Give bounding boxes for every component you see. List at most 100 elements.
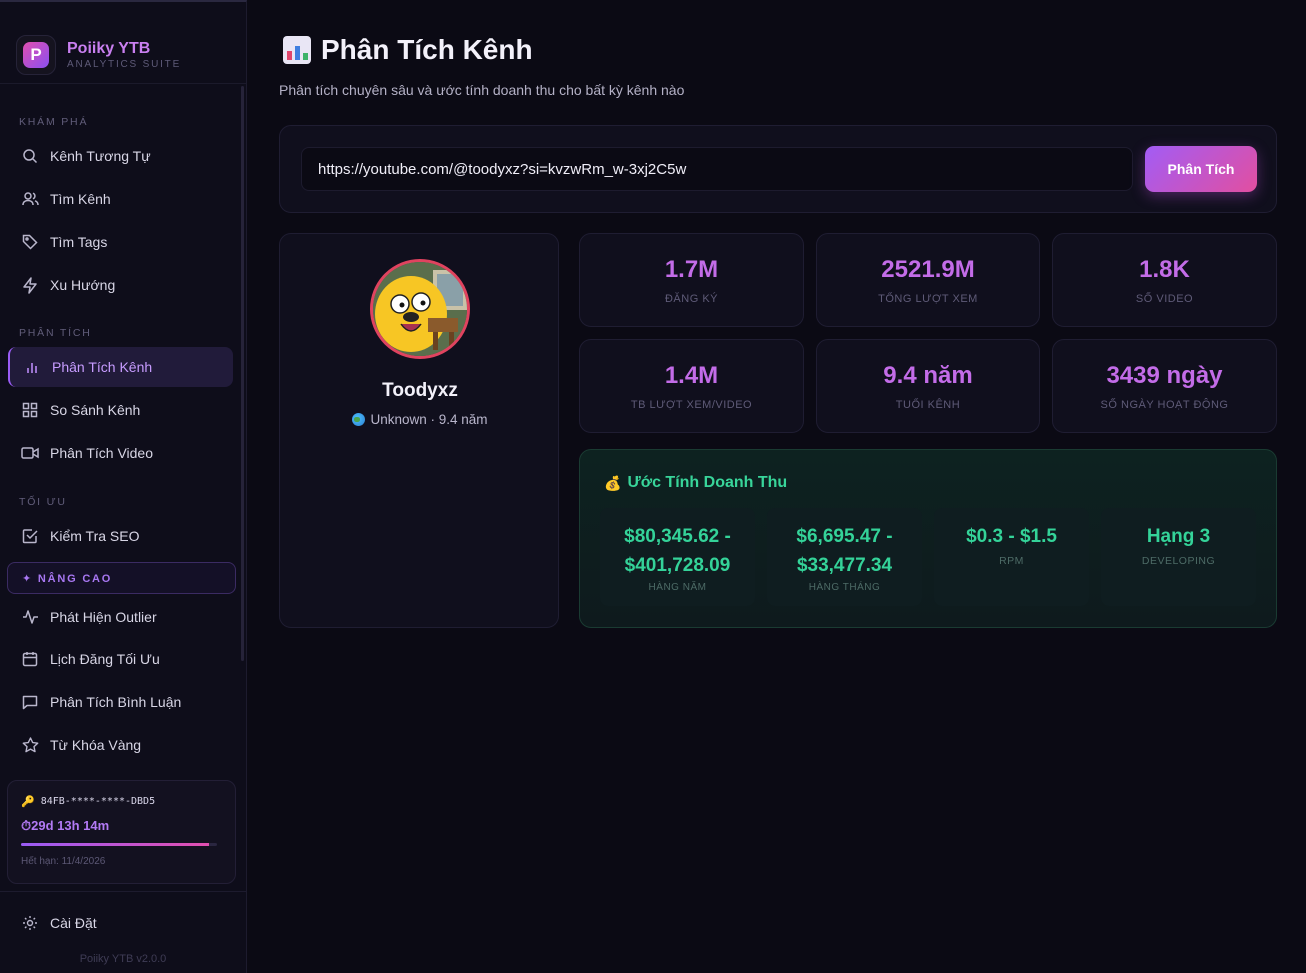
revenue-rpm: $0.3 - $1.5 RPM xyxy=(934,508,1089,606)
comment-icon xyxy=(21,693,39,711)
sidebar-item-find-tags[interactable]: Tìm Tags xyxy=(8,222,233,262)
license-progress-fill xyxy=(21,843,210,846)
sidebar-item-video-analysis[interactable]: Phân Tích Video xyxy=(8,433,233,473)
stat-card-video-count: 1.8K SỐ VIDEO xyxy=(1052,233,1277,327)
sidebar-item-label: Từ Khóa Vàng xyxy=(50,737,142,753)
sidebar-scrollbar[interactable] xyxy=(241,86,244,661)
section-title-analysis: PHÂN TÍCH xyxy=(19,327,92,339)
revenue-tier: Hạng 3 DEVELOPING xyxy=(1101,508,1256,606)
sidebar-item-label: So Sánh Kênh xyxy=(50,402,141,418)
sidebar-item-label: Lịch Đăng Tối Ưu xyxy=(50,651,160,667)
stat-card-active-days: 3439 ngày SỐ NGÀY HOẠT ĐỘNG xyxy=(1052,339,1277,433)
sidebar: P Poiiky YTB ANALYTICS SUITE KHÁM PHÁ Kê… xyxy=(0,0,247,973)
stat-label: ĐĂNG KÝ xyxy=(664,293,718,305)
revenue-tier-value: Hạng 3 xyxy=(1146,526,1211,547)
sidebar-item-channel-analysis[interactable]: Phân Tích Kênh xyxy=(8,347,233,387)
sidebar-item-golden-keywords[interactable]: Từ Khóa Vàng xyxy=(8,725,233,765)
revenue-yearly: $80,345.62 - $401,728.09 HÀNG NĂM xyxy=(600,508,755,606)
sidebar-item-seo-check[interactable]: Kiểm Tra SEO xyxy=(8,516,233,556)
revenue-yearly-min: $80,345.62 - xyxy=(624,526,731,547)
revenue-rpm-value: $0.3 - $1.5 xyxy=(966,526,1057,547)
stat-value: 3439 ngày xyxy=(1106,362,1223,389)
page-title-text: Phân Tích Kênh xyxy=(321,34,533,65)
section-title-explore: KHÁM PHÁ xyxy=(19,116,89,128)
main-content: Phân Tích Kênh Phân tích chuyên sâu và ư… xyxy=(247,0,1306,973)
sidebar-item-label: Phân Tích Video xyxy=(50,445,154,461)
revenue-monthly-min: $6,695.47 - xyxy=(796,526,893,547)
sidebar-item-label: Kênh Tương Tự xyxy=(50,148,151,164)
revenue-monthly: $6,695.47 - $33,477.34 HÀNG THÁNG xyxy=(767,508,922,606)
globe-icon xyxy=(352,413,366,426)
bar-chart-emoji-icon xyxy=(283,36,311,64)
star-icon xyxy=(21,736,39,754)
revenue-estimate-card: 💰 Ước Tính Doanh Thu $80,345.62 - $401,7… xyxy=(579,449,1277,628)
section-badge-advanced: ✦ NÂNG CAO xyxy=(7,562,236,594)
sidebar-item-comment-analysis[interactable]: Phân Tích Bình Luận xyxy=(8,682,233,722)
sidebar-item-trends[interactable]: Xu Hướng xyxy=(8,265,233,305)
revenue-rpm-label: RPM xyxy=(999,555,1024,567)
stat-card-subscribers: 1.7M ĐĂNG KÝ xyxy=(579,233,804,327)
stat-label: TUỔI KÊNH xyxy=(895,399,961,411)
sidebar-item-label: Xu Hướng xyxy=(50,277,116,293)
stat-card-avg-views: 1.4M TB LƯỢT XEM/VIDEO xyxy=(579,339,804,433)
stat-label: TB LƯỢT XEM/VIDEO xyxy=(630,399,753,411)
checkbox-icon xyxy=(21,527,39,545)
section-title-optimize: TỐI ƯU xyxy=(19,496,67,508)
revenue-monthly-label: HÀNG THÁNG xyxy=(808,582,881,593)
sidebar-item-label: Tìm Tags xyxy=(50,234,108,250)
stat-label: TỔNG LƯỢT XEM xyxy=(878,293,978,305)
license-expiry: Hết hạn: 11/4/2026 xyxy=(21,856,106,867)
channel-profile-card: Toodyxz Unknown · 9.4 năm xyxy=(279,233,559,628)
settings-label: Cài Đặt xyxy=(50,915,97,931)
revenue-title-text: Ước Tính Doanh Thu xyxy=(627,474,788,491)
page-title: Phân Tích Kênh xyxy=(283,34,533,66)
sidebar-item-compare-channels[interactable]: So Sánh Kênh xyxy=(8,390,233,430)
brand-subtitle: ANALYTICS SUITE xyxy=(67,58,182,70)
gear-icon xyxy=(21,914,39,932)
revenue-yearly-value: $80,345.62 - $401,728.09 xyxy=(600,522,755,580)
stat-card-channel-age: 9.4 năm TUỔI KÊNH xyxy=(816,339,1040,433)
revenue-tier-label: DEVELOPING xyxy=(1141,555,1216,567)
channel-url-input[interactable]: https://youtube.com/@toodyxz?si=kvzwRm_w… xyxy=(301,147,1133,191)
lightning-icon xyxy=(21,276,39,294)
stat-value: 2521.9M xyxy=(881,256,975,283)
stat-value: 9.4 năm xyxy=(883,362,973,389)
brand-name: Poiiky YTB xyxy=(67,39,151,57)
tag-icon xyxy=(21,233,39,251)
channel-meta: Unknown · 9.4 năm xyxy=(280,412,560,427)
search-icon xyxy=(21,147,39,165)
license-card: 🔑 84FB-****-****-DBD5 ⏱29d 13h 14m Hết h… xyxy=(7,780,236,884)
revenue-yearly-max: $401,728.09 xyxy=(624,555,731,576)
stat-label: SỐ NGÀY HOẠT ĐỘNG xyxy=(1100,399,1229,411)
sidebar-item-label: Phát Hiện Outlier xyxy=(50,609,157,625)
sidebar-item-similar-channels[interactable]: Kênh Tương Tự xyxy=(8,136,233,176)
license-key-value: 84FB-****-****-DBD5 xyxy=(40,796,156,807)
app-version: Poiiky YTB v2.0.0 xyxy=(79,953,167,965)
key-icon: 🔑 xyxy=(21,795,35,808)
license-progress-bar xyxy=(21,843,217,846)
sidebar-item-find-channel[interactable]: Tìm Kênh xyxy=(8,179,233,219)
sidebar-item-label: Kiểm Tra SEO xyxy=(50,528,140,544)
brand[interactable]: P Poiiky YTB ANALYTICS SUITE xyxy=(0,2,246,84)
channel-name: Toodyxz xyxy=(382,380,458,401)
analyze-button[interactable]: Phân Tích xyxy=(1145,146,1257,192)
sidebar-item-outlier-detection[interactable]: Phát Hiện Outlier xyxy=(8,597,233,637)
sidebar-item-settings[interactable]: Cài Đặt xyxy=(8,903,233,943)
revenue-yearly-label: HÀNG NĂM xyxy=(648,582,707,593)
channel-meta-text: Unknown · 9.4 năm xyxy=(370,412,488,427)
sidebar-divider xyxy=(0,891,246,892)
stat-card-total-views: 2521.9M TỔNG LƯỢT XEM xyxy=(816,233,1040,327)
brand-logo: P xyxy=(16,34,56,75)
license-key: 🔑 84FB-****-****-DBD5 xyxy=(21,795,222,808)
bar-chart-icon xyxy=(23,358,41,376)
sidebar-item-label: Phân Tích Kênh xyxy=(52,359,153,375)
revenue-monthly-value: $6,695.47 - $33,477.34 xyxy=(767,522,922,580)
sidebar-item-label: Phân Tích Bình Luận xyxy=(50,694,182,710)
sidebar-item-optimal-schedule[interactable]: Lịch Đăng Tối Ưu xyxy=(8,639,233,679)
grid-icon xyxy=(21,401,39,419)
pulse-icon xyxy=(21,608,39,626)
stat-value: 1.8K xyxy=(1139,256,1190,283)
stat-value: 1.4M xyxy=(664,362,719,389)
logo-letter: P xyxy=(23,41,49,68)
sidebar-item-label: Tìm Kênh xyxy=(50,191,111,207)
